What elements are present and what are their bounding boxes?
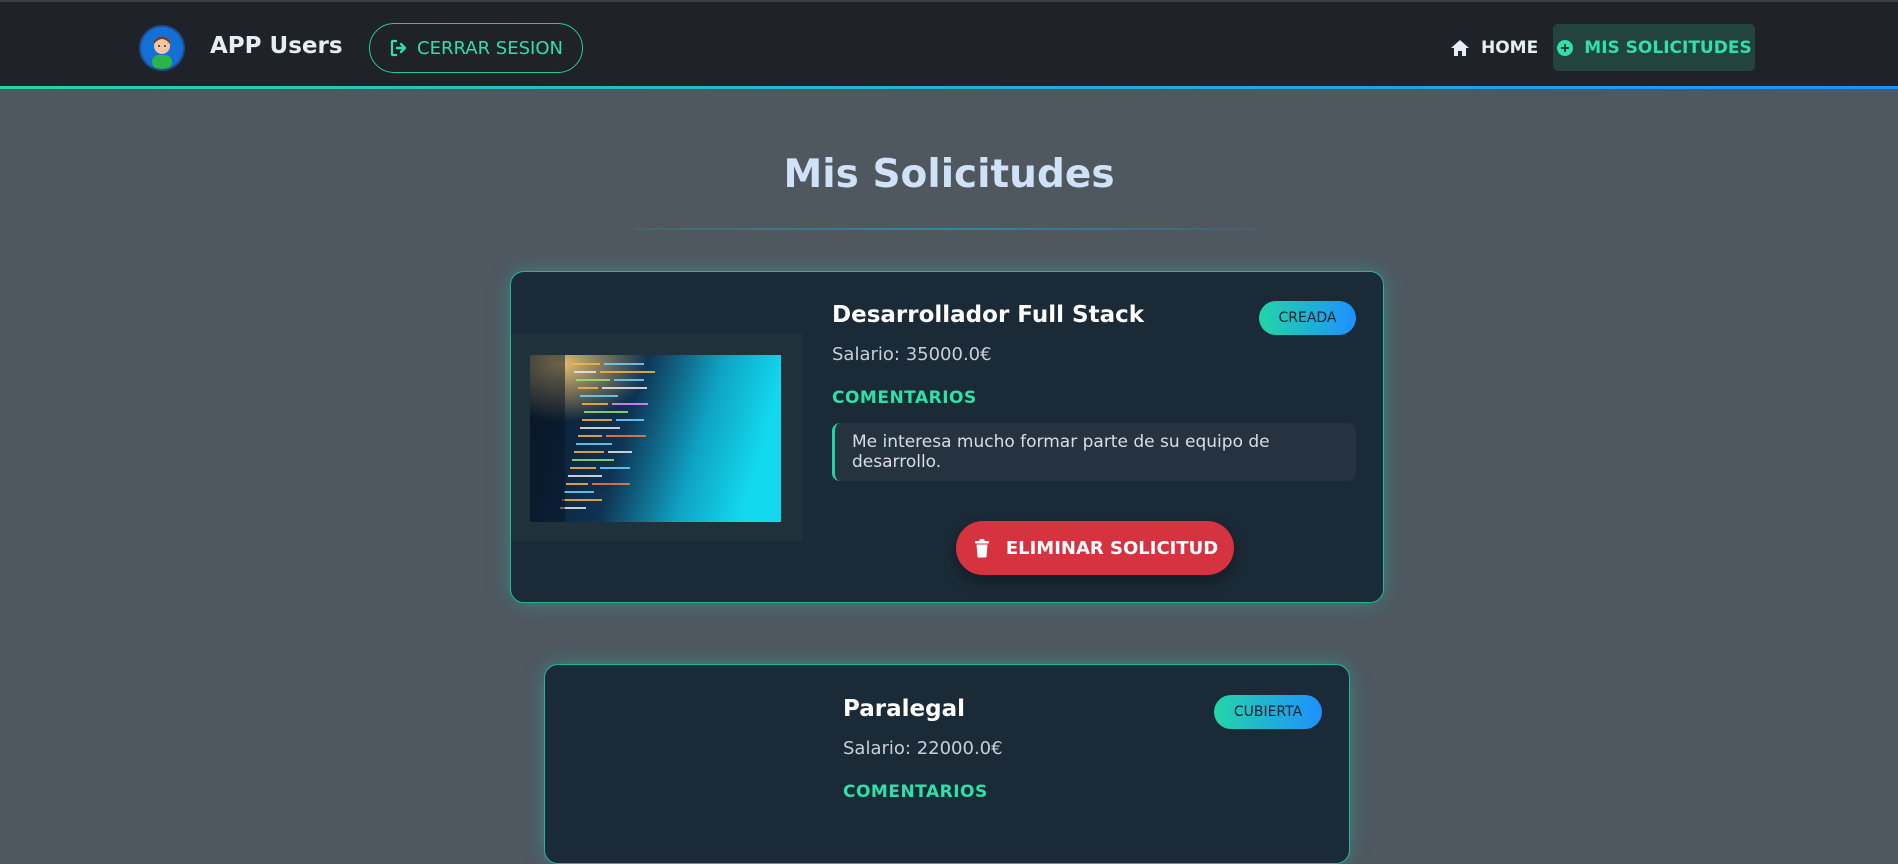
status-badge: CUBIERTA [1214,695,1322,729]
logout-label: CERRAR SESION [417,37,563,59]
job-image-panel [511,334,803,541]
comments-label: COMENTARIOS [843,782,988,802]
nav-requests-link[interactable]: MIS SOLICITUDES [1553,24,1755,71]
sign-out-icon [390,39,407,57]
nav-home-link[interactable]: HOME [1449,32,1538,64]
request-card: Desarrollador Full Stack CREADA Salario:… [510,271,1384,603]
job-salary: Salario: 22000.0€ [843,738,1003,759]
delete-request-button[interactable]: ELIMINAR SOLICITUD [956,521,1234,575]
home-icon [1451,40,1469,56]
delete-request-label: ELIMINAR SOLICITUD [1005,537,1219,559]
plus-circle-icon [1557,39,1574,56]
job-title: Paralegal [843,696,965,722]
job-image [530,355,781,522]
trash-icon [974,539,989,558]
nav-home-label: HOME [1481,38,1539,58]
job-title: Desarrollador Full Stack [832,302,1145,328]
request-card: Paralegal CUBIERTA Salario: 22000.0€ COM… [544,664,1350,864]
navbar: APP Users CERRAR SESION HOME MIS SOLICIT… [0,0,1898,89]
title-divider [635,228,1259,230]
logout-button[interactable]: CERRAR SESION [369,23,583,73]
app-brand[interactable]: APP Users [210,33,343,59]
navbar-accent-line [0,86,1898,89]
page-title: Mis Solicitudes [783,152,1115,197]
user-avatar-icon [141,27,183,69]
status-badge: CREADA [1259,301,1356,335]
job-salary: Salario: 35000.0€ [832,344,992,365]
comments-label: COMENTARIOS [832,388,977,408]
nav-requests-label: MIS SOLICITUDES [1584,37,1752,58]
avatar[interactable] [141,27,183,69]
comment-box: Me interesa mucho formar parte de su equ… [832,423,1356,481]
